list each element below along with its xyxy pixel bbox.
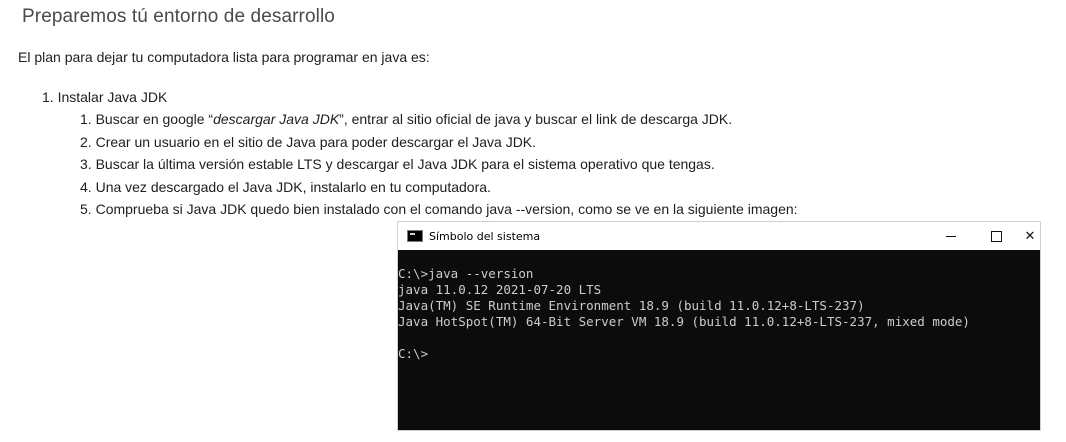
minimize-icon bbox=[946, 235, 956, 237]
page: Preparemos tú entorno de desarrollo El p… bbox=[0, 0, 1066, 442]
terminal-output[interactable]: C:\>java --version java 11.0.12 2021-07-… bbox=[398, 266, 970, 362]
substep-text-before: Buscar en google “ bbox=[95, 111, 214, 127]
search-query-text: descargar Java JDK bbox=[213, 111, 340, 127]
step-number: 1. bbox=[42, 89, 54, 105]
maximize-icon bbox=[990, 230, 1002, 242]
substep-number: 2. bbox=[80, 133, 92, 150]
close-button[interactable]: ✕ bbox=[1018, 222, 1042, 250]
page-title: Preparemos tú entorno de desarrollo bbox=[22, 6, 335, 27]
substep-number: 4. bbox=[80, 178, 92, 195]
console-app-icon bbox=[407, 230, 423, 242]
terminal-line: C:\>java --version bbox=[398, 266, 534, 281]
substep-text-after: ”, entrar al sitio oficial de java y bus… bbox=[339, 111, 733, 127]
substep-text: Comprueba si Java JDK quedo bien instala… bbox=[95, 201, 798, 217]
terminal-line: Java(TM) SE Runtime Environment 18.9 (bu… bbox=[398, 298, 865, 313]
close-icon: ✕ bbox=[1024, 228, 1036, 243]
console-title: Símbolo del sistema bbox=[429, 229, 541, 243]
substep-number: 5. bbox=[80, 201, 92, 217]
substep-item: 4. Una vez descargado el Java JDK, insta… bbox=[80, 178, 798, 201]
substep-item: 1. Buscar en google “descargar Java JDK”… bbox=[80, 110, 798, 133]
substep-number: 3. bbox=[80, 156, 92, 172]
terminal-prompt: C:\> bbox=[398, 346, 429, 361]
console-titlebar[interactable]: Símbolo del sistema ✕ bbox=[398, 222, 1040, 250]
terminal-line: Java HotSpot(TM) 64-Bit Server VM 18.9 (… bbox=[398, 314, 970, 329]
substep-text: Una vez descargado el Java JDK, instalar… bbox=[95, 178, 491, 195]
substep-number: 1. bbox=[80, 111, 92, 127]
step-install-jdk: 1. Instalar Java JDK bbox=[42, 89, 167, 105]
maximize-button[interactable] bbox=[973, 222, 1019, 250]
substep-list: 1. Buscar en google “descargar Java JDK”… bbox=[80, 110, 798, 223]
terminal-line: java 11.0.12 2021-07-20 LTS bbox=[398, 282, 602, 297]
minimize-button[interactable] bbox=[928, 222, 974, 250]
substep-item: 2. Crear un usuario en el sitio de Java … bbox=[80, 133, 798, 156]
substep-item: 5. Comprueba si Java JDK quedo bien inst… bbox=[80, 200, 798, 223]
substep-item: 3. Buscar la última versión estable LTS … bbox=[80, 155, 798, 178]
step-text: Instalar Java JDK bbox=[57, 89, 168, 105]
intro-text: El plan para dejar tu computadora lista … bbox=[18, 49, 430, 65]
console-window: Símbolo del sistema ✕ C:\>java --version… bbox=[397, 221, 1041, 431]
substep-text: Crear un usuario en el sitio de Java par… bbox=[95, 133, 537, 150]
substep-text: Buscar la última versión estable LTS y d… bbox=[95, 156, 715, 172]
